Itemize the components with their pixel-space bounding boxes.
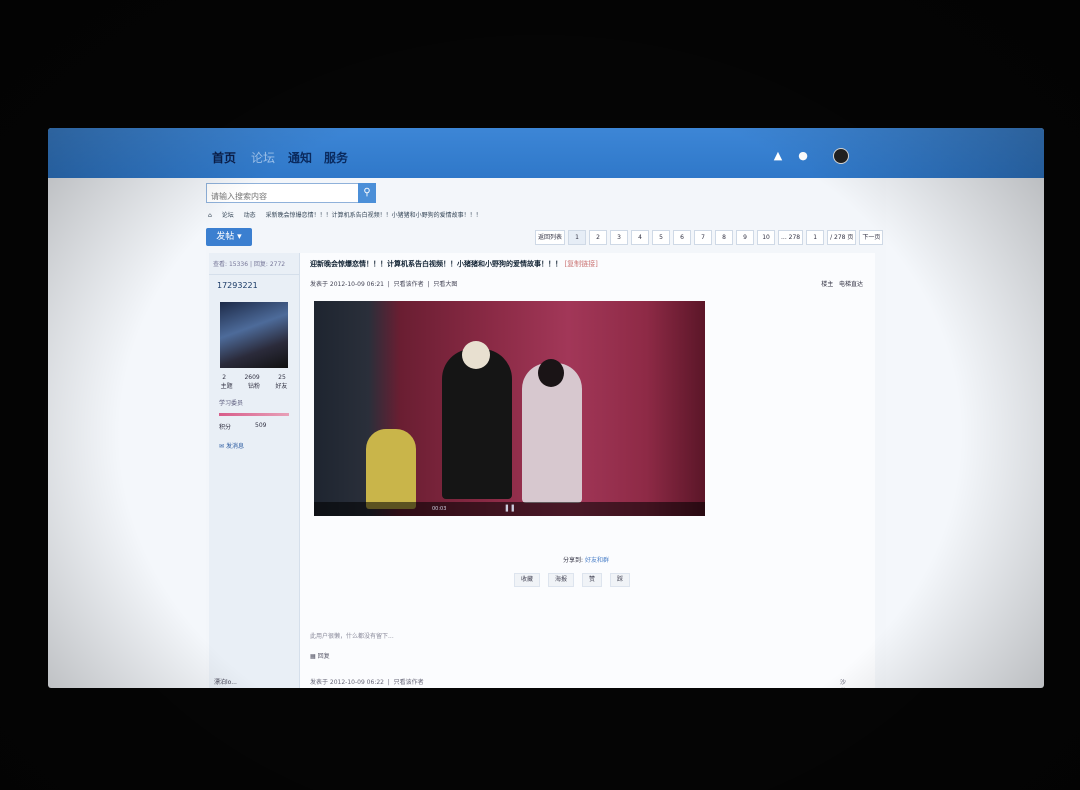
only-author-link[interactable]: 只看该作者 [394, 281, 424, 288]
home-icon[interactable]: ⌂ [208, 212, 212, 219]
poster-button[interactable]: 海报 [548, 573, 575, 587]
page-link[interactable]: 6 [673, 230, 692, 245]
user-avatar[interactable] [833, 148, 849, 164]
page-link[interactable]: ... 278 [778, 230, 804, 245]
share-row: 分享到: 好友和群 [563, 557, 609, 564]
page-link[interactable]: 1 [568, 230, 587, 245]
page-link[interactable]: 8 [715, 230, 734, 245]
post-main: 迎新晚会惊爆恋情！！！计算机系告白视频！！小猪猪和小野狗的爱情故事！！！ [复制… [214, 253, 875, 688]
next-post-meta: 发表于 2012-10-09 06:22 | 只看该作者 沙发 [310, 679, 847, 686]
back-to-list-button[interactable]: 返回列表 [535, 230, 566, 245]
page-link[interactable]: 10 [757, 230, 776, 245]
video-figure [522, 359, 582, 503]
support-button[interactable]: 赞 [582, 573, 603, 587]
post-title: 迎新晚会惊爆恋情！！！计算机系告白视频！！小猪猪和小野狗的爱情故事！！！ [复制… [310, 260, 598, 268]
page-link[interactable]: 9 [736, 230, 755, 245]
nav-notify[interactable]: 通知 [288, 149, 312, 166]
reply-link[interactable]: ▦ 回复 [310, 651, 330, 660]
video-figure [366, 429, 416, 509]
chat-icon[interactable]: ● [797, 150, 809, 162]
pagination: 返回列表 1 2 3 4 5 6 7 8 9 10 ... 278 1 / 27… [535, 230, 884, 245]
author-score: 积分 509 [219, 422, 267, 431]
share-target-link[interactable]: 好友和群 [585, 557, 609, 564]
page-link[interactable]: 4 [631, 230, 650, 245]
video-player[interactable]: 00:03 ❚❚ [314, 301, 705, 516]
post-actions: 收藏 海报 赞 踩 [514, 573, 631, 587]
page-link[interactable]: 5 [652, 230, 671, 245]
oppose-button[interactable]: 踩 [610, 573, 631, 587]
post-meta: 发表于 2012-10-09 06:21 | 只看该作者 | 只看大图 [310, 281, 458, 288]
breadcrumb-dynamic[interactable]: 动态 [244, 212, 256, 219]
nav-home[interactable]: 首页 [212, 149, 236, 166]
browser-screen: 首页 论坛 通知 服务 ▲ ● ⚲ ⌂ 论坛 动态 采新晚会惊爆恋情！！！计算机… [48, 128, 1044, 688]
breadcrumb: ⌂ 论坛 动态 采新晚会惊爆恋情！！！计算机系告白视频！！小猪猪和小野狗的爱情故… [208, 210, 490, 219]
author-sidebar: 查看: 15336 | 回复: 2772 17293221 2 2609 25 … [209, 253, 300, 688]
nav-service[interactable]: 服务 [324, 149, 348, 166]
video-time: 00:03 [432, 506, 447, 512]
breadcrumb-thread[interactable]: 采新晚会惊爆恋情！！！计算机系告白视频！！小猪猪和小野狗的爱情故事！！！ [266, 212, 482, 219]
video-figure [442, 341, 512, 499]
page-input[interactable]: 1 [806, 230, 825, 245]
next-post-author[interactable]: 漂泊lo... [214, 677, 237, 686]
search-icon[interactable]: ⚲ [358, 183, 376, 203]
elevator-link[interactable]: 电梯直达 [839, 281, 863, 288]
post-floor-info: 楼主 电梯直达 [821, 281, 863, 288]
breadcrumb-forum[interactable]: 论坛 [222, 212, 234, 219]
page-link[interactable]: 3 [610, 230, 629, 245]
play-pause-icon[interactable]: ❚❚ [504, 504, 516, 512]
top-navigation-bar: 首页 论坛 通知 服务 ▲ ● [48, 128, 1044, 178]
copy-link[interactable]: [复制链接] [564, 260, 597, 268]
next-page-button[interactable]: 下一页 [859, 230, 884, 245]
send-message-link[interactable]: ✉ 发消息 [209, 433, 299, 458]
page-link[interactable]: 2 [589, 230, 608, 245]
author-stat-labels: 主题 钻粉 好友 [220, 383, 288, 390]
player-controls[interactable]: 00:03 ❚❚ [314, 502, 705, 516]
bell-icon[interactable]: ▲ [772, 150, 784, 162]
author-stats: 2 2609 25 [222, 374, 286, 381]
level-progress-bar [219, 413, 289, 416]
page-link[interactable]: 7 [694, 230, 713, 245]
signature: 此用户很懒，什么都没有留下... [310, 633, 394, 640]
search-input[interactable] [207, 188, 355, 205]
search-box [206, 183, 360, 205]
page-total: / 278 页 [827, 230, 857, 245]
author-level: 学习委员 [219, 400, 244, 407]
author-id[interactable]: 17293221 [209, 275, 299, 296]
thread-stats: 查看: 15336 | 回复: 2772 [209, 253, 299, 275]
author-avatar[interactable] [220, 302, 288, 368]
collect-button[interactable]: 收藏 [514, 573, 541, 587]
only-big-image-link[interactable]: 只看大图 [433, 281, 457, 288]
nav-forum[interactable]: 论坛 [251, 149, 275, 166]
new-post-button[interactable]: 发帖 ▾ [206, 228, 252, 246]
